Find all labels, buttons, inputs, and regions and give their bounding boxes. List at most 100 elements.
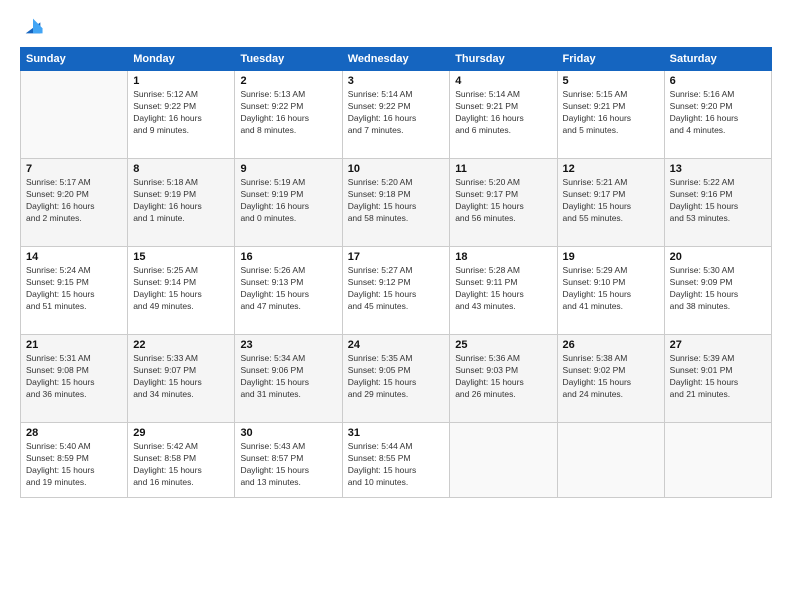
day-info: Sunrise: 5:18 AM Sunset: 9:19 PM Dayligh…	[133, 177, 229, 225]
day-number: 16	[240, 251, 336, 263]
day-number: 6	[670, 75, 766, 87]
day-number: 23	[240, 339, 336, 351]
calendar-cell: 7 Sunrise: 5:17 AM Sunset: 9:20 PM Daylig…	[21, 159, 128, 247]
calendar-cell: 12 Sunrise: 5:21 AM Sunset: 9:17 PM Dayli…	[557, 159, 664, 247]
day-info: Sunrise: 5:26 AM Sunset: 9:13 PM Dayligh…	[240, 265, 336, 313]
day-info: Sunrise: 5:16 AM Sunset: 9:20 PM Dayligh…	[670, 89, 766, 137]
calendar-cell: 13Sunrise: 5:22 AM Sunset: 9:16 PM Dayli…	[664, 159, 771, 247]
day-info: Sunrise: 5:14 AM Sunset: 9:21 PM Dayligh…	[455, 89, 551, 137]
day-number: 1	[133, 75, 229, 87]
weekday-header-thursday: Thursday	[450, 48, 557, 71]
calendar-cell: 8 Sunrise: 5:18 AM Sunset: 9:19 PM Daylig…	[128, 159, 235, 247]
calendar-cell: 22 Sunrise: 5:33 AM Sunset: 9:07 PM Dayli…	[128, 335, 235, 423]
day-number: 4	[455, 75, 551, 87]
day-info: Sunrise: 5:19 AM Sunset: 9:19 PM Dayligh…	[240, 177, 336, 225]
day-info: Sunrise: 5:29 AM Sunset: 9:10 PM Dayligh…	[563, 265, 659, 313]
day-info: Sunrise: 5:42 AM Sunset: 8:58 PM Dayligh…	[133, 441, 229, 489]
calendar-cell	[664, 423, 771, 498]
day-number: 5	[563, 75, 659, 87]
calendar-cell: 17 Sunrise: 5:27 AM Sunset: 9:12 PM Dayli…	[342, 247, 450, 335]
day-info: Sunrise: 5:15 AM Sunset: 9:21 PM Dayligh…	[563, 89, 659, 137]
day-number: 24	[348, 339, 445, 351]
day-info: Sunrise: 5:44 AM Sunset: 8:55 PM Dayligh…	[348, 441, 445, 489]
day-number: 8	[133, 163, 229, 175]
calendar-cell: 25 Sunrise: 5:36 AM Sunset: 9:03 PM Dayli…	[450, 335, 557, 423]
day-number: 25	[455, 339, 551, 351]
day-number: 7	[26, 163, 122, 175]
logo	[20, 15, 44, 37]
calendar-week-row: 7 Sunrise: 5:17 AM Sunset: 9:20 PM Daylig…	[21, 159, 772, 247]
day-number: 14	[26, 251, 122, 263]
day-number: 20	[670, 251, 766, 263]
weekday-header-row: SundayMondayTuesdayWednesdayThursdayFrid…	[21, 48, 772, 71]
calendar-cell: 21 Sunrise: 5:31 AM Sunset: 9:08 PM Dayli…	[21, 335, 128, 423]
day-info: Sunrise: 5:24 AM Sunset: 9:15 PM Dayligh…	[26, 265, 122, 313]
day-info: Sunrise: 5:27 AM Sunset: 9:12 PM Dayligh…	[348, 265, 445, 313]
day-number: 15	[133, 251, 229, 263]
weekday-header-wednesday: Wednesday	[342, 48, 450, 71]
day-number: 30	[240, 427, 336, 439]
calendar-cell: 24 Sunrise: 5:35 AM Sunset: 9:05 PM Dayli…	[342, 335, 450, 423]
weekday-header-monday: Monday	[128, 48, 235, 71]
weekday-header-saturday: Saturday	[664, 48, 771, 71]
calendar-cell: 15 Sunrise: 5:25 AM Sunset: 9:14 PM Dayli…	[128, 247, 235, 335]
day-number: 21	[26, 339, 122, 351]
day-number: 26	[563, 339, 659, 351]
day-info: Sunrise: 5:30 AM Sunset: 9:09 PM Dayligh…	[670, 265, 766, 313]
calendar-week-row: 28 Sunrise: 5:40 AM Sunset: 8:59 PM Dayli…	[21, 423, 772, 498]
calendar-cell: 23 Sunrise: 5:34 AM Sunset: 9:06 PM Dayli…	[235, 335, 342, 423]
calendar-cell: 1 Sunrise: 5:12 AM Sunset: 9:22 PM Daylig…	[128, 71, 235, 159]
day-info: Sunrise: 5:34 AM Sunset: 9:06 PM Dayligh…	[240, 353, 336, 401]
day-info: Sunrise: 5:13 AM Sunset: 9:22 PM Dayligh…	[240, 89, 336, 137]
calendar-cell: 18 Sunrise: 5:28 AM Sunset: 9:11 PM Dayli…	[450, 247, 557, 335]
calendar-table: SundayMondayTuesdayWednesdayThursdayFrid…	[20, 47, 772, 498]
header	[20, 15, 772, 37]
day-number: 10	[348, 163, 445, 175]
day-number: 17	[348, 251, 445, 263]
calendar-week-row: 14 Sunrise: 5:24 AM Sunset: 9:15 PM Dayli…	[21, 247, 772, 335]
weekday-header-friday: Friday	[557, 48, 664, 71]
calendar-week-row: 1 Sunrise: 5:12 AM Sunset: 9:22 PM Daylig…	[21, 71, 772, 159]
day-number: 31	[348, 427, 445, 439]
day-info: Sunrise: 5:25 AM Sunset: 9:14 PM Dayligh…	[133, 265, 229, 313]
calendar-cell: 20 Sunrise: 5:30 AM Sunset: 9:09 PM Dayli…	[664, 247, 771, 335]
day-info: Sunrise: 5:12 AM Sunset: 9:22 PM Dayligh…	[133, 89, 229, 137]
calendar-cell: 2Sunrise: 5:13 AM Sunset: 9:22 PM Daylig…	[235, 71, 342, 159]
day-number: 3	[348, 75, 445, 87]
calendar-week-row: 21 Sunrise: 5:31 AM Sunset: 9:08 PM Dayli…	[21, 335, 772, 423]
calendar-cell: 19 Sunrise: 5:29 AM Sunset: 9:10 PM Dayli…	[557, 247, 664, 335]
calendar-cell: 26Sunrise: 5:38 AM Sunset: 9:02 PM Dayli…	[557, 335, 664, 423]
day-number: 19	[563, 251, 659, 263]
page: SundayMondayTuesdayWednesdayThursdayFrid…	[0, 0, 792, 612]
day-number: 29	[133, 427, 229, 439]
day-info: Sunrise: 5:28 AM Sunset: 9:11 PM Dayligh…	[455, 265, 551, 313]
calendar-cell: 3Sunrise: 5:14 AM Sunset: 9:22 PM Daylig…	[342, 71, 450, 159]
calendar-cell: 31 Sunrise: 5:44 AM Sunset: 8:55 PM Dayli…	[342, 423, 450, 498]
day-info: Sunrise: 5:31 AM Sunset: 9:08 PM Dayligh…	[26, 353, 122, 401]
calendar-cell: 10 Sunrise: 5:20 AM Sunset: 9:18 PM Dayli…	[342, 159, 450, 247]
day-info: Sunrise: 5:20 AM Sunset: 9:17 PM Dayligh…	[455, 177, 551, 225]
calendar-cell: 6 Sunrise: 5:16 AM Sunset: 9:20 PM Daylig…	[664, 71, 771, 159]
day-number: 28	[26, 427, 122, 439]
calendar-cell: 28 Sunrise: 5:40 AM Sunset: 8:59 PM Dayli…	[21, 423, 128, 498]
day-info: Sunrise: 5:33 AM Sunset: 9:07 PM Dayligh…	[133, 353, 229, 401]
calendar-cell	[450, 423, 557, 498]
calendar-cell: 27Sunrise: 5:39 AM Sunset: 9:01 PM Dayli…	[664, 335, 771, 423]
day-info: Sunrise: 5:39 AM Sunset: 9:01 PM Dayligh…	[670, 353, 766, 401]
day-info: Sunrise: 5:21 AM Sunset: 9:17 PM Dayligh…	[563, 177, 659, 225]
day-number: 22	[133, 339, 229, 351]
day-number: 9	[240, 163, 336, 175]
day-number: 11	[455, 163, 551, 175]
calendar-cell: 16 Sunrise: 5:26 AM Sunset: 9:13 PM Dayli…	[235, 247, 342, 335]
calendar-cell: 4 Sunrise: 5:14 AM Sunset: 9:21 PM Daylig…	[450, 71, 557, 159]
calendar-cell: 14 Sunrise: 5:24 AM Sunset: 9:15 PM Dayli…	[21, 247, 128, 335]
day-info: Sunrise: 5:40 AM Sunset: 8:59 PM Dayligh…	[26, 441, 122, 489]
day-info: Sunrise: 5:35 AM Sunset: 9:05 PM Dayligh…	[348, 353, 445, 401]
day-number: 12	[563, 163, 659, 175]
day-info: Sunrise: 5:36 AM Sunset: 9:03 PM Dayligh…	[455, 353, 551, 401]
calendar-cell: 5 Sunrise: 5:15 AM Sunset: 9:21 PM Daylig…	[557, 71, 664, 159]
day-number: 18	[455, 251, 551, 263]
day-info: Sunrise: 5:17 AM Sunset: 9:20 PM Dayligh…	[26, 177, 122, 225]
weekday-header-tuesday: Tuesday	[235, 48, 342, 71]
day-info: Sunrise: 5:20 AM Sunset: 9:18 PM Dayligh…	[348, 177, 445, 225]
